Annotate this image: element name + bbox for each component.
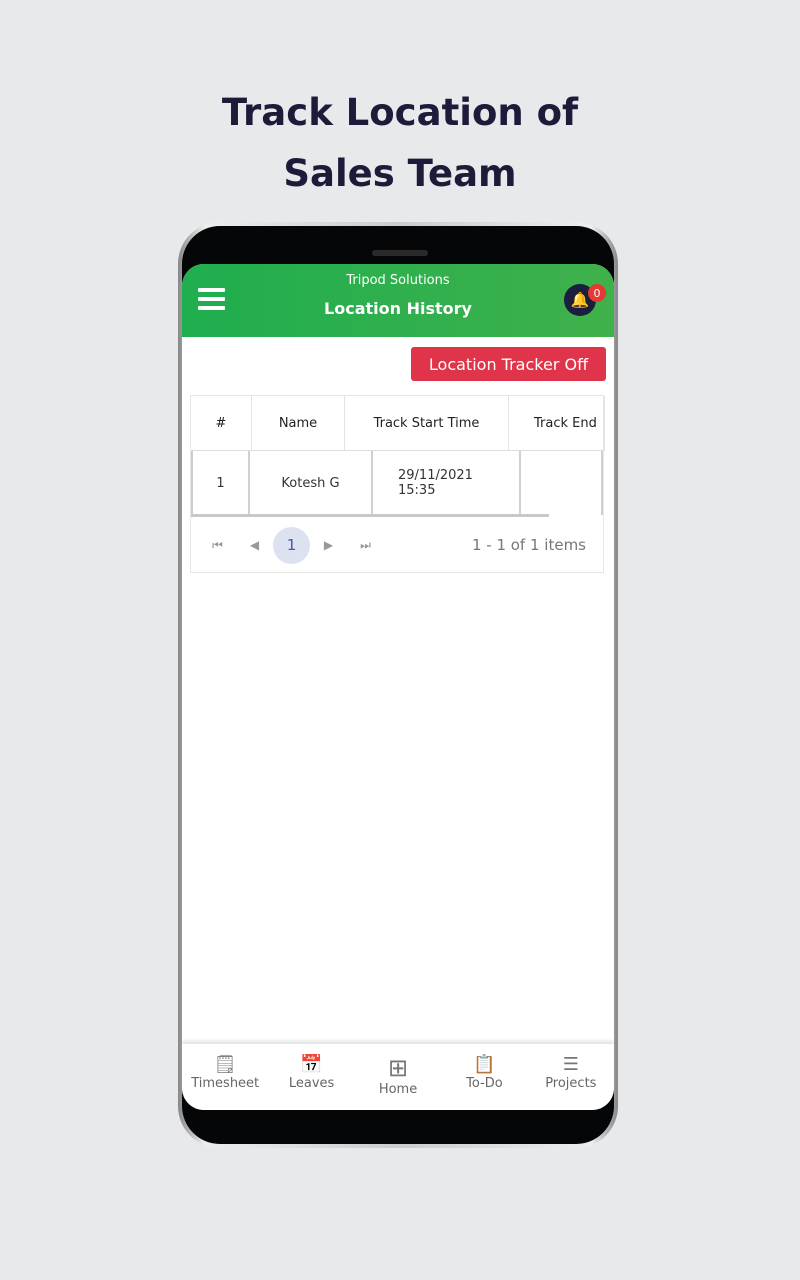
nav-label: Leaves — [288, 1076, 335, 1091]
speaker — [372, 250, 428, 256]
phone-frame: Tripod Solutions Location History 🔔 0 Lo… — [178, 222, 618, 1148]
cell-num: 1 — [193, 451, 250, 515]
org-name: Tripod Solutions — [346, 273, 450, 288]
app-screen: Tripod Solutions Location History 🔔 0 Lo… — [182, 264, 614, 1110]
column-header[interactable]: # — [191, 396, 252, 450]
nav-todo[interactable]: 📋 To-Do — [441, 1044, 527, 1110]
last-page-icon[interactable]: ⏭ — [347, 538, 384, 553]
start-time: 15:35 — [398, 483, 436, 498]
headline-line2: Sales Team — [283, 152, 517, 195]
timesheet-icon: 🗒 — [213, 1054, 237, 1075]
location-table: # Name Track Start Time Track End 1 Kote… — [190, 395, 605, 573]
pager: ⏮ ◀ 1 ▶ ⏭ 1 - 1 of 1 items — [191, 517, 603, 573]
nav-label: Home — [378, 1082, 418, 1097]
app-header: Tripod Solutions Location History 🔔 0 — [182, 264, 614, 337]
clipboard-icon: 📋 — [473, 1054, 496, 1075]
headline-line1: Track Location of — [221, 91, 579, 134]
nav-label: Projects — [545, 1076, 597, 1091]
notification-badge: 0 — [588, 284, 606, 302]
page-title: Location History — [324, 299, 472, 318]
headline: Track Location of Sales Team — [0, 82, 800, 204]
table-header: # Name Track Start Time Track End — [191, 396, 605, 451]
projects-icon: ☰ — [562, 1054, 579, 1075]
bottom-nav: 🗒 Timesheet 📅 Leaves ⊞ Home 📋 To-Do ☰ Project… — [182, 1044, 614, 1110]
nav-label: Timesheet — [191, 1076, 260, 1091]
cell-end — [521, 451, 603, 515]
next-page-icon[interactable]: ▶ — [310, 538, 347, 552]
nav-label: To-Do — [466, 1076, 503, 1091]
prev-page-icon[interactable]: ◀ — [236, 538, 273, 552]
nav-leaves[interactable]: 📅 Leaves — [268, 1044, 354, 1110]
pager-info: 1 - 1 of 1 items — [471, 536, 586, 554]
column-header[interactable]: Track Start Time — [345, 396, 509, 450]
calendar-icon: 📅 — [300, 1054, 323, 1075]
nav-home[interactable]: ⊞ Home — [355, 1044, 441, 1110]
column-header[interactable]: Name — [252, 396, 345, 450]
table-row[interactable]: 1 Kotesh G 29/11/2021 15:35 — [191, 451, 603, 515]
first-page-icon[interactable]: ⏮ — [199, 538, 236, 553]
grid-icon: ⊞ — [387, 1054, 409, 1082]
page-1-button[interactable]: 1 — [273, 526, 310, 564]
nav-projects[interactable]: ☰ Projects — [528, 1044, 614, 1110]
location-tracker-button[interactable]: Location Tracker Off — [411, 347, 606, 381]
cell-start: 29/11/2021 15:35 — [373, 451, 521, 515]
nav-timesheet[interactable]: 🗒 Timesheet — [182, 1044, 268, 1110]
start-date: 29/11/2021 — [398, 468, 473, 483]
cell-name: Kotesh G — [250, 451, 373, 515]
column-header[interactable]: Track End — [509, 396, 605, 450]
